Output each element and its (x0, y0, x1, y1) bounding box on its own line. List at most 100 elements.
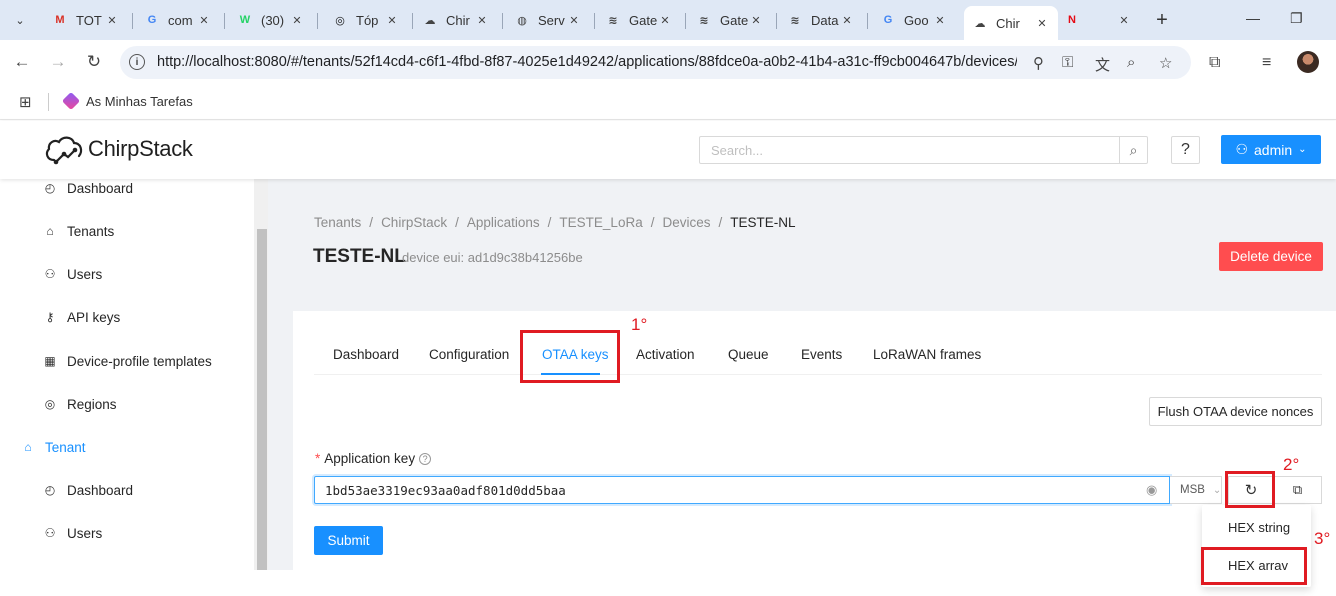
sidebar-item-tenants[interactable]: ⌂ Tenants (0, 211, 254, 251)
tab-queue[interactable]: Queue (728, 347, 769, 362)
tab-activation[interactable]: Activation (636, 347, 695, 362)
reload-icon[interactable]: ↻ (84, 52, 104, 72)
breadcrumb-devices[interactable]: Devices (662, 215, 710, 230)
location-pin-icon[interactable]: ⚲ (1033, 54, 1044, 72)
address-bar[interactable]: i http://localhost:8080/#/tenants/52f14c… (120, 46, 1191, 79)
tab-close-icon[interactable]: ✕ (932, 14, 948, 27)
tab-favicon-icon: G (147, 14, 157, 26)
tab-close-icon[interactable]: ✕ (384, 14, 400, 27)
search-input[interactable] (699, 136, 1120, 164)
sidebar-item-dashboard[interactable]: ◴ Dashboard (0, 179, 254, 208)
tab-favicon-icon: ◎ (335, 14, 345, 27)
eye-icon[interactable]: ◉ (1146, 482, 1157, 498)
browser-toolbar: ← → ↻ i http://localhost:8080/#/tenants/… (0, 40, 1336, 86)
dashboard-icon: ◴ (44, 483, 56, 497)
sidebar-item-tenant-users[interactable]: ⚇ Users (0, 513, 254, 553)
tab-close-icon[interactable]: ✕ (566, 14, 582, 27)
flush-otaa-nonces-button[interactable]: Flush OTAA device nonces (1149, 397, 1322, 426)
breadcrumb-tenant[interactable]: ChirpStack (381, 215, 447, 230)
browser-tab[interactable]: ◎ Tóp ✕ (324, 6, 408, 34)
tab-lorawan-frames[interactable]: LoRaWAN frames (873, 347, 981, 362)
browser-tab[interactable]: M TOT ✕ (44, 6, 128, 34)
browser-tab-strip: ⌄ M TOT ✕ Gcom ✕ W (30) ✕ ◎ Tóp ✕ ☁ Chir ✕ ◍ Serv ✕ ≋ Gate… (0, 0, 1336, 40)
browser-tab[interactable]: ≋ Data ✕ (779, 6, 863, 34)
tab-close-icon[interactable]: ✕ (657, 14, 673, 27)
forward-arrow-icon[interactable]: → (48, 52, 68, 72)
browser-tab[interactable]: G Goo ✕ (872, 6, 956, 34)
browser-tab[interactable]: ◍ Serv ✕ (506, 6, 590, 34)
tab-events[interactable]: Events (801, 347, 842, 362)
sidebar-item-label: Tenants (67, 223, 115, 239)
user-menu-button[interactable]: ⚇ admin ⌄ (1221, 135, 1321, 164)
copy-icon[interactable]: ⧉ (1274, 476, 1322, 504)
user-name: admin (1254, 141, 1293, 158)
annotation-label-1: 1° (631, 315, 648, 334)
tab-close-icon[interactable]: ✕ (196, 14, 212, 27)
browser-tab[interactable]: ☁ Chir ✕ (414, 6, 498, 34)
media-controls-icon[interactable]: ≡ (1262, 54, 1271, 72)
breadcrumb-applications[interactable]: Applications (467, 215, 540, 230)
key-icon: ⚷ (45, 310, 55, 324)
chirpstack-logo[interactable]: ChirpStack (44, 133, 193, 165)
breadcrumb-tenants[interactable]: Tenants (314, 215, 361, 230)
breadcrumb-separator: / (650, 215, 655, 230)
sidebar-scrollbar-thumb[interactable] (257, 229, 267, 570)
extensions-puzzle-icon[interactable]: ⧉ (1209, 54, 1220, 72)
browser-tab[interactable]: ☁ Chir ✕ (964, 6, 1058, 40)
minimize-icon[interactable]: — (1246, 10, 1260, 26)
sidebar-item-regions[interactable]: ◎ Regions (0, 384, 254, 424)
profile-avatar[interactable] (1297, 51, 1319, 73)
tab-close-icon[interactable]: ✕ (1116, 14, 1132, 27)
sidebar-item-api-keys[interactable]: ⚷ API keys (0, 297, 254, 337)
sidebar-item-device-profile-templates[interactable]: ▦ Device-profile templates (0, 341, 254, 381)
tab-separator (867, 13, 868, 29)
tab-configuration[interactable]: Configuration (429, 347, 509, 362)
required-asterisk: * (315, 451, 321, 466)
back-arrow-icon[interactable]: ← (12, 52, 32, 72)
browser-tab[interactable]: W (30) ✕ (229, 6, 313, 34)
application-key-input[interactable]: 1bd53ae3319ec93aa0adf801d0dd5baa (314, 476, 1170, 504)
apps-grid-icon[interactable]: ⊞ (19, 93, 32, 111)
bookmark-item[interactable]: As Minhas Tarefas (61, 91, 193, 111)
submit-button[interactable]: Submit (314, 526, 383, 555)
bookmark-star-icon[interactable]: ☆ (1159, 54, 1172, 72)
site-info-icon[interactable]: i (129, 54, 145, 70)
dropdown-item-hex-string[interactable]: HEX string (1202, 511, 1311, 543)
annotation-box-1 (520, 330, 620, 383)
brand-name: ChirpStack (88, 136, 193, 161)
home-icon: ⌂ (46, 224, 54, 238)
question-circle-icon[interactable]: ? (419, 453, 432, 465)
tab-favicon-icon: ≋ (699, 14, 709, 27)
tab-search-chevron-icon[interactable]: ⌄ (8, 8, 32, 32)
sidebar-item-users[interactable]: ⚇ Users (0, 254, 254, 294)
restore-icon[interactable]: ❐ (1290, 10, 1303, 27)
tab-close-icon[interactable]: ✕ (839, 14, 855, 27)
tab-title: Gate (629, 12, 657, 28)
tab-separator (224, 13, 225, 29)
sidebar-group-tenant[interactable]: ⌂ Tenant (0, 427, 254, 467)
translate-icon[interactable]: 文 (1095, 54, 1110, 75)
annotation-box-2 (1225, 471, 1275, 508)
byte-order-value: MSB (1180, 484, 1205, 496)
browser-tab[interactable]: Gcom ✕ (136, 6, 220, 34)
browser-tab[interactable]: N ✕ (1056, 6, 1140, 34)
url-text[interactable]: http://localhost:8080/#/tenants/52f14cd4… (157, 54, 1017, 70)
tab-dashboard[interactable]: Dashboard (333, 347, 399, 362)
zoom-icon[interactable]: ⌕ (1127, 54, 1135, 71)
tab-close-icon[interactable]: ✕ (474, 14, 490, 27)
search-icon[interactable]: ⌕ (1119, 136, 1148, 164)
tab-close-icon[interactable]: ✕ (104, 14, 120, 27)
annotation-box-3 (1201, 547, 1307, 585)
help-button[interactable]: ? (1171, 136, 1200, 164)
byte-order-select[interactable]: MSB ⌄ (1170, 476, 1222, 504)
sidebar-item-tenant-dashboard[interactable]: ◴ Dashboard (0, 470, 254, 510)
delete-device-button[interactable]: Delete device (1219, 242, 1323, 271)
password-key-icon[interactable]: ⚿ (1062, 54, 1073, 71)
browser-tab[interactable]: ≋ Gate ✕ (688, 6, 772, 34)
tab-close-icon[interactable]: ✕ (748, 14, 764, 27)
tab-close-icon[interactable]: ✕ (289, 14, 305, 27)
breadcrumb-application[interactable]: TESTE_LoRa (559, 215, 642, 230)
new-tab-plus-icon[interactable]: + (1150, 8, 1174, 32)
tab-close-icon[interactable]: ✕ (1034, 17, 1050, 30)
browser-tab[interactable]: ≋ Gate ✕ (597, 6, 681, 34)
